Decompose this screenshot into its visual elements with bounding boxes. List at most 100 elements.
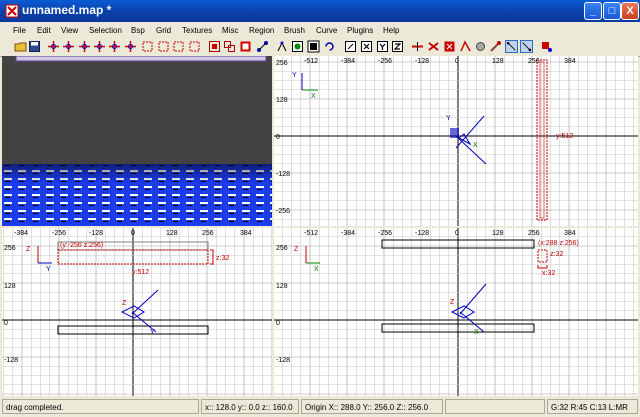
y-tick-label: 0 bbox=[4, 320, 8, 327]
axis-indicator: Y X bbox=[292, 72, 318, 100]
svg-text:Y: Y bbox=[46, 266, 51, 273]
height-label: z:32 bbox=[550, 251, 563, 258]
svg-text:Y: Y bbox=[292, 72, 297, 79]
patch-thicken-icon[interactable] bbox=[427, 40, 440, 53]
menu-curve[interactable]: Curve bbox=[316, 26, 337, 35]
y-tick-label: -256 bbox=[276, 208, 290, 215]
svg-text:X: X bbox=[314, 266, 319, 273]
close-button[interactable]: X bbox=[621, 2, 639, 20]
x-tick-label: -128 bbox=[415, 58, 429, 65]
y-tick-label: 0 bbox=[276, 134, 280, 141]
x-tick-label: 384 bbox=[240, 230, 252, 237]
menu-misc[interactable]: Misc bbox=[222, 26, 238, 35]
open-icon[interactable] bbox=[14, 40, 27, 53]
y-tick-label: 256 bbox=[276, 60, 288, 67]
csg-subtract-icon[interactable] bbox=[208, 40, 221, 53]
select-partial-icon[interactable] bbox=[172, 40, 185, 53]
svg-text:Z: Z bbox=[294, 246, 299, 253]
paint-brush-icon[interactable] bbox=[489, 40, 502, 53]
rotate-view-icon[interactable] bbox=[323, 40, 336, 53]
axis-x-icon[interactable] bbox=[360, 40, 373, 53]
patch-bevel-icon[interactable] bbox=[459, 40, 472, 53]
vertical-splitter[interactable] bbox=[272, 56, 274, 396]
rotate-z-icon[interactable] bbox=[124, 40, 137, 53]
status-origin: Origin X:: 288.0 Y:: 256.0 Z:: 256.0 bbox=[301, 399, 443, 414]
x-tick-label: 0 bbox=[455, 230, 459, 237]
drag-edges-icon[interactable] bbox=[505, 40, 518, 53]
menu-bar: File Edit View Selection Bsp Grid Textur… bbox=[0, 22, 640, 39]
y-tick-label: 128 bbox=[276, 97, 288, 104]
flip-z-icon[interactable] bbox=[78, 40, 91, 53]
drag-vertices-icon[interactable] bbox=[520, 40, 533, 53]
cube-clip-icon[interactable] bbox=[344, 40, 357, 53]
minimize-button[interactable]: _ bbox=[584, 2, 602, 20]
menu-grid[interactable]: Grid bbox=[156, 26, 171, 35]
rotate-y-icon[interactable] bbox=[108, 40, 121, 53]
axis-z-icon[interactable] bbox=[391, 40, 404, 53]
x-tick-label: -512 bbox=[304, 230, 318, 237]
menu-region[interactable]: Region bbox=[249, 26, 274, 35]
svg-text:X: X bbox=[474, 329, 479, 336]
x-tick-label: -384 bbox=[341, 230, 355, 237]
hollow-icon[interactable] bbox=[239, 40, 252, 53]
svg-text:Z: Z bbox=[26, 246, 31, 253]
camera-view-icon[interactable] bbox=[307, 40, 320, 53]
axis-indicator: Z X bbox=[294, 246, 320, 273]
y-tick-label: 128 bbox=[4, 283, 16, 290]
svg-text:X: X bbox=[311, 93, 316, 100]
horizontal-splitter[interactable] bbox=[0, 226, 640, 228]
csg-merge-icon[interactable] bbox=[223, 40, 236, 53]
menu-textures[interactable]: Textures bbox=[182, 26, 212, 35]
x-tick-label: -384 bbox=[341, 58, 355, 65]
camera-viewport[interactable] bbox=[2, 56, 272, 226]
change-view-icon[interactable] bbox=[276, 40, 289, 53]
menu-help[interactable]: Help bbox=[383, 26, 399, 35]
rotate-x-icon[interactable] bbox=[93, 40, 106, 53]
top-viewport-xy[interactable]: y:512 Y X Y X -512 -384 -256 -128 0 128 … bbox=[274, 56, 638, 226]
select-complete-icon[interactable] bbox=[141, 40, 154, 53]
status-bar: drag completed. x:: 128.0 y:: 0.0 z:: 16… bbox=[0, 397, 640, 417]
height-label: z:32 bbox=[216, 255, 229, 262]
app-icon bbox=[5, 4, 19, 18]
menu-plugins[interactable]: Plugins bbox=[347, 26, 373, 35]
menu-bsp[interactable]: Bsp bbox=[131, 26, 145, 35]
camera-marker bbox=[450, 283, 487, 333]
flip-y-icon[interactable] bbox=[62, 40, 75, 53]
maximize-button[interactable]: □ bbox=[603, 2, 621, 20]
front-viewport-xz[interactable]: (x:288 z:256) z:32 x:32 Z X Z X -512 -38… bbox=[274, 228, 638, 396]
selected-brush bbox=[536, 59, 548, 221]
svg-text:Z: Z bbox=[122, 300, 127, 307]
x-tick-label: 256 bbox=[528, 230, 540, 237]
entity-icon[interactable] bbox=[540, 40, 553, 53]
flip-x-icon[interactable] bbox=[47, 40, 60, 53]
status-empty bbox=[445, 399, 545, 414]
x-tick-label: 128 bbox=[492, 230, 504, 237]
select-inside-icon[interactable] bbox=[188, 40, 201, 53]
x-tick-label: -256 bbox=[378, 230, 392, 237]
x-tick-label: 256 bbox=[528, 58, 540, 65]
menu-edit[interactable]: Edit bbox=[37, 26, 51, 35]
menu-brush[interactable]: Brush bbox=[284, 26, 305, 35]
patch-icon[interactable] bbox=[411, 40, 424, 53]
select-touching-icon[interactable] bbox=[157, 40, 170, 53]
patch-cone-icon[interactable] bbox=[474, 40, 487, 53]
menu-file[interactable]: File bbox=[13, 26, 26, 35]
patch-cap-icon[interactable] bbox=[443, 40, 456, 53]
side-viewport-yz[interactable]: (y:-256 z:256) z:32 y:512 Z Y Z Y -384 -… bbox=[2, 228, 272, 396]
svg-text:X: X bbox=[473, 142, 478, 149]
size-label: y:512 bbox=[132, 269, 149, 276]
clipper-icon[interactable] bbox=[256, 40, 269, 53]
x-tick-label: 384 bbox=[564, 58, 576, 65]
size-label: x:32 bbox=[542, 270, 555, 277]
x-tick-label: -256 bbox=[378, 58, 392, 65]
x-tick-label: -128 bbox=[89, 230, 103, 237]
status-message: drag completed. bbox=[2, 399, 199, 414]
texture-view-icon[interactable] bbox=[291, 40, 304, 53]
x-tick-label: -512 bbox=[304, 58, 318, 65]
y-tick-label: 256 bbox=[4, 245, 16, 252]
status-grid: G:32 R:45 C:13 L:MR bbox=[547, 399, 638, 414]
axis-y-icon[interactable] bbox=[376, 40, 389, 53]
menu-selection[interactable]: Selection bbox=[89, 26, 122, 35]
menu-view[interactable]: View bbox=[61, 26, 78, 35]
save-icon[interactable] bbox=[28, 40, 41, 53]
